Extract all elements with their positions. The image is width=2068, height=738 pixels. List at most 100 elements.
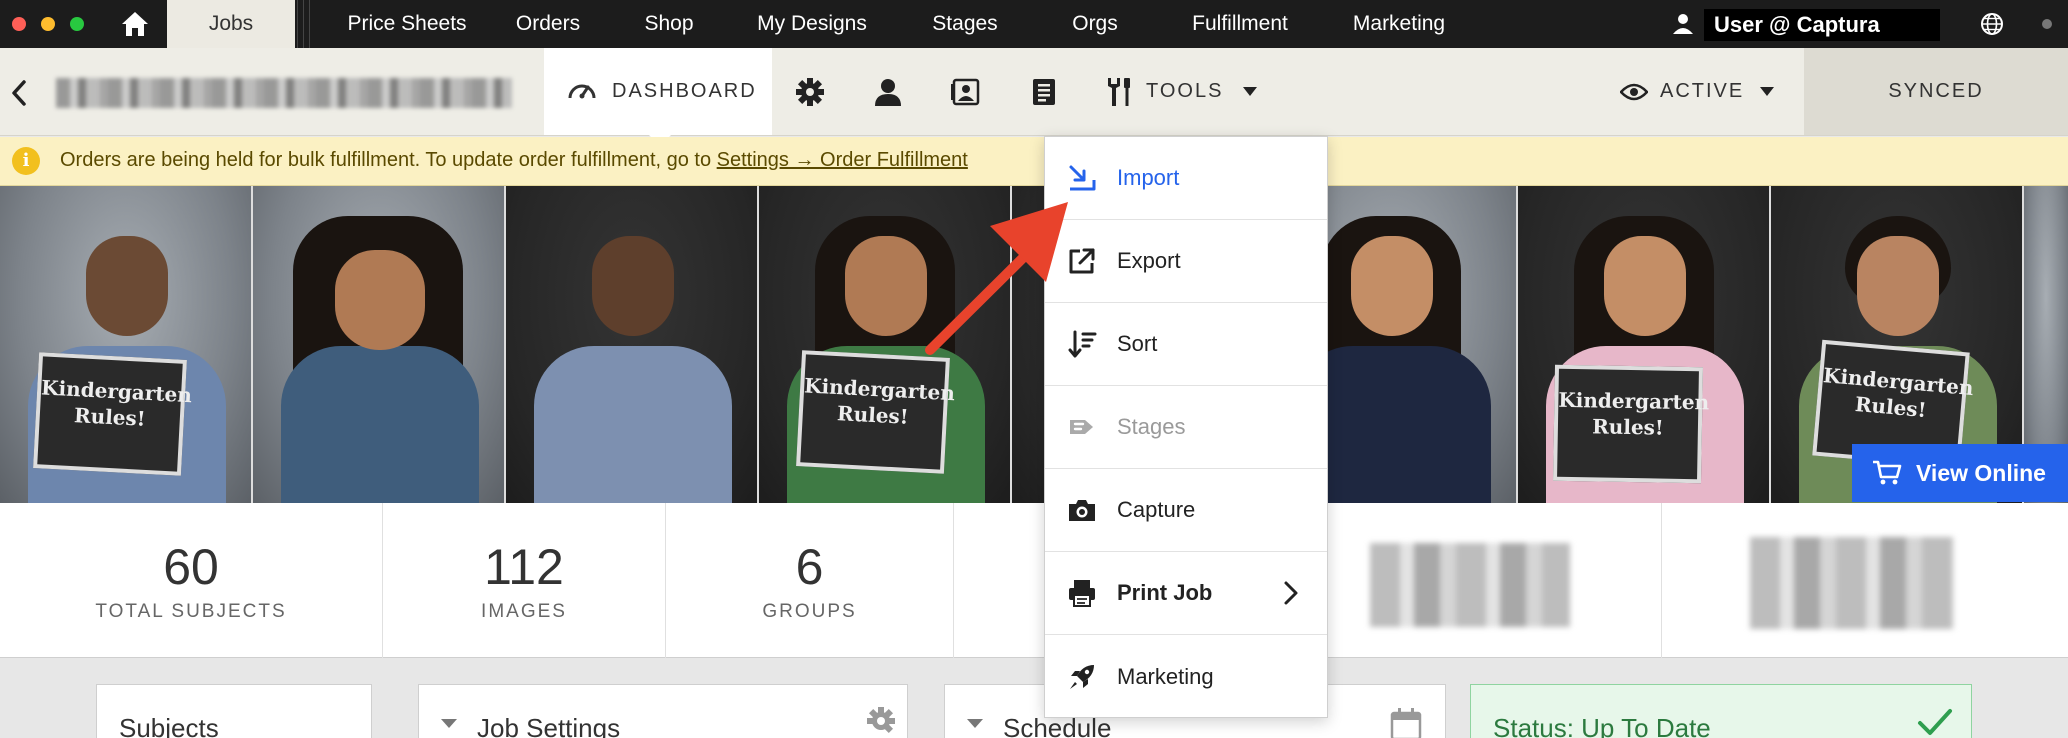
- camera-icon: [1069, 500, 1095, 521]
- tab-orgs[interactable]: Orgs: [1044, 0, 1146, 48]
- chevron-right-icon: [1284, 581, 1298, 605]
- caret-down-icon: [441, 719, 457, 728]
- tab-price-sheets[interactable]: Price Sheets: [322, 0, 492, 48]
- active-status-dropdown[interactable]: ACTIVE: [1620, 48, 1775, 135]
- window-minimize-button[interactable]: [41, 17, 55, 31]
- home-icon[interactable]: [120, 10, 150, 38]
- menu-item-import[interactable]: Import: [1045, 137, 1327, 220]
- dashboard-button[interactable]: DASHBOARD: [544, 48, 772, 135]
- tools-dropdown-menu: Import Export Sort Stages Capture Print …: [1044, 136, 1328, 718]
- stat-label: GROUPS: [762, 601, 857, 622]
- menu-item-marketing[interactable]: Marketing: [1045, 635, 1327, 718]
- tab-fulfillment[interactable]: Fulfillment: [1172, 0, 1308, 48]
- photo-face: [592, 236, 674, 336]
- photo-sign: Kindergarten Rules!: [1552, 364, 1709, 484]
- menu-item-label: Export: [1117, 248, 1181, 273]
- top-nav-bar: Jobs Price Sheets Orders Shop My Designs…: [0, 0, 2068, 48]
- sign-line-1: Kindergarten: [1822, 363, 1975, 401]
- menu-item-print-job[interactable]: Print Job: [1045, 552, 1327, 635]
- view-online-label: View Online: [1916, 459, 2046, 486]
- checkmark-icon: [1918, 709, 1952, 735]
- tools-menu-button[interactable]: TOOLS: [1104, 48, 1258, 135]
- stat-label: TOTAL SUBJECTS: [95, 601, 287, 622]
- gear-icon[interactable]: [794, 76, 826, 108]
- photo-sign: Kindergarten Rules!: [33, 352, 192, 476]
- printer-icon: [1069, 580, 1095, 607]
- tab-orders[interactable]: Orders: [498, 0, 598, 48]
- calendar-icon[interactable]: [1389, 707, 1423, 738]
- photo-id-icon[interactable]: [950, 76, 982, 108]
- subjects-panel[interactable]: Subjects: [96, 684, 372, 738]
- stat-total-subjects[interactable]: 60 TOTAL SUBJECTS: [0, 503, 383, 658]
- stat-value: 6: [795, 539, 824, 595]
- subject-photo[interactable]: [253, 186, 506, 503]
- nav-divider: [297, 0, 298, 48]
- stat-value: 112: [484, 539, 564, 595]
- fulfillment-warning-banner: i Orders are being held for bulk fulfill…: [0, 137, 2068, 186]
- sign-line-2: Rules!: [836, 401, 910, 429]
- photo-face: [335, 250, 425, 350]
- cart-icon: [1873, 460, 1902, 485]
- subject-photo[interactable]: Kindergarten Rules!: [759, 186, 1012, 503]
- menu-item-sort[interactable]: Sort: [1045, 303, 1327, 386]
- stat-value: 60: [163, 539, 219, 595]
- rocket-icon: [1070, 664, 1094, 689]
- subjects-panel-title: Subjects: [119, 713, 219, 738]
- status-dot: [2042, 19, 2052, 29]
- caret-down-icon: [967, 719, 983, 728]
- sign-line-1: Kindergarten: [803, 373, 956, 406]
- active-label: ACTIVE: [1660, 80, 1745, 102]
- subject-photo[interactable]: Kindergarten Rules!: [1518, 186, 1771, 503]
- stat-groups[interactable]: 6 GROUPS: [666, 503, 954, 658]
- menu-item-capture[interactable]: Capture: [1045, 469, 1327, 552]
- globe-icon[interactable]: [1980, 12, 2004, 36]
- banner-message: Orders are being held for bulk fulfillme…: [60, 149, 968, 172]
- job-settings-panel[interactable]: Job Settings: [418, 684, 908, 738]
- status-panel: Status: Up To Date: [1470, 684, 1972, 738]
- stat-images[interactable]: 112 IMAGES: [383, 503, 666, 658]
- person-icon[interactable]: [872, 76, 904, 108]
- sort-icon: [1068, 330, 1097, 358]
- menu-item-label: Print Job: [1117, 580, 1213, 605]
- gauge-icon: [568, 84, 596, 98]
- view-online-button[interactable]: View Online: [1852, 444, 2068, 502]
- subject-photo[interactable]: Kindergarten Rules!: [0, 186, 253, 503]
- window-zoom-button[interactable]: [70, 17, 84, 31]
- sign-line-2: Rules!: [1854, 391, 1928, 423]
- stages-icon: [1070, 420, 1093, 434]
- tab-jobs[interactable]: Jobs: [167, 0, 295, 48]
- tab-stages[interactable]: Stages: [908, 0, 1022, 48]
- menu-item-export[interactable]: Export: [1045, 220, 1327, 303]
- subject-photo[interactable]: [506, 186, 759, 503]
- import-icon: [1069, 165, 1096, 191]
- photo-face: [1604, 236, 1686, 336]
- sign-line-2: Rules!: [1591, 414, 1664, 440]
- redacted-stat-value: [1370, 543, 1570, 627]
- tab-marketing[interactable]: Marketing: [1334, 0, 1464, 48]
- banner-text: Orders are being held for bulk fulfillme…: [60, 149, 717, 171]
- sign-line-1: Kindergarten: [40, 375, 193, 408]
- export-icon: [1069, 248, 1095, 274]
- job-stats: 60 TOTAL SUBJECTS 112 IMAGES 6 GROUPS: [0, 503, 2068, 658]
- gear-icon[interactable]: [865, 705, 897, 737]
- sign-line-2: Rules!: [73, 403, 147, 431]
- status-text: Status: Up To Date: [1493, 713, 1711, 738]
- job-settings-title: Job Settings: [477, 713, 621, 738]
- tab-shop[interactable]: Shop: [622, 0, 716, 48]
- window-close-button[interactable]: [12, 17, 26, 31]
- back-chevron-icon[interactable]: [8, 78, 30, 108]
- photo-face: [1351, 236, 1433, 336]
- tab-my-designs[interactable]: My Designs: [740, 0, 884, 48]
- sync-status: SYNCED: [1804, 48, 2068, 135]
- job-toolbar: DASHBOARD TOOLS ACTIVE SYNCED: [0, 48, 2068, 146]
- tools-icon: [1108, 77, 1130, 106]
- job-name-redacted: [56, 78, 512, 108]
- sign-line-1: Kindergarten: [1558, 387, 1710, 415]
- photo-clothing: [281, 346, 479, 503]
- order-fulfillment-settings-link[interactable]: Settings → Order Fulfillment: [717, 149, 968, 171]
- info-icon: i: [12, 147, 40, 175]
- photo-face: [1857, 236, 1939, 336]
- contact-book-icon[interactable]: [1028, 76, 1060, 108]
- photo-face: [845, 236, 927, 336]
- user-account-label[interactable]: User @ Captura: [1704, 9, 1940, 41]
